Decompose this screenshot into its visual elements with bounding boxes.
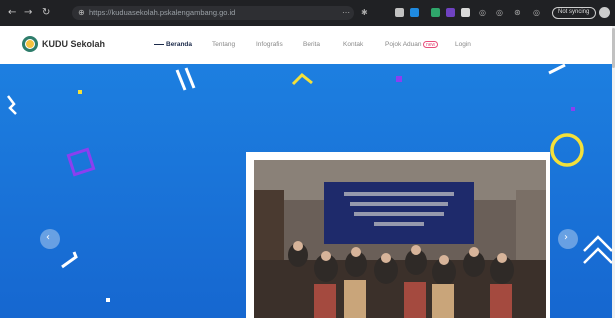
profile-pill[interactable]: Not syncing (552, 7, 596, 19)
back-arrow-icon[interactable]: ← (8, 7, 16, 18)
extension-icon[interactable]: ◎ (533, 8, 540, 17)
address-bar-url: https://kuduasekolah.pskalengambang.go.i… (89, 8, 236, 17)
extension-icon[interactable] (431, 8, 440, 17)
lock-icon: ⊕ (78, 8, 85, 17)
hook-shape (61, 251, 78, 269)
extension-icon[interactable]: ◎ (479, 8, 486, 17)
nav-item-infografis[interactable]: Infografis (256, 41, 283, 48)
profile-pill-label: Not syncing (558, 9, 590, 15)
share-icon[interactable]: ⋯ (342, 8, 350, 17)
active-indicator (154, 44, 164, 45)
squiggle-shape (7, 95, 17, 115)
chevron-left-icon: ‹ (46, 232, 50, 243)
group-photo-image (254, 160, 546, 318)
carousel-next-button[interactable]: › (558, 229, 578, 249)
dash-shape (548, 64, 566, 75)
diamond-outline-shape (66, 147, 96, 177)
square-dot-shape (396, 76, 402, 82)
extension-icon[interactable] (461, 8, 470, 17)
chevron-up-shape (583, 247, 612, 264)
nav-item-berita[interactable]: Berita (303, 41, 320, 48)
dot-shape (78, 90, 82, 94)
ring-shape (550, 133, 584, 167)
reload-icon[interactable]: ↻ (42, 7, 50, 18)
extension-icon[interactable]: ◎ (496, 8, 503, 17)
extension-icon[interactable] (446, 8, 455, 17)
brand-name[interactable]: KUDU Sekolah (42, 39, 105, 49)
site-header: KUDU Sekolah Beranda Tentang Infografis … (0, 26, 612, 64)
nav-item-kontak[interactable]: Kontak (343, 41, 363, 48)
new-badge: new (423, 41, 438, 48)
square-dot-shape (571, 107, 575, 111)
forward-arrow-icon[interactable]: → (24, 7, 32, 18)
logo-ring (25, 39, 35, 49)
slash-shape (175, 69, 187, 91)
extension-icon[interactable] (410, 8, 419, 17)
nav-item-pojok-aduan[interactable]: Pojok Aduan (385, 41, 422, 48)
new-badge-label: new (426, 42, 436, 48)
nav-item-login[interactable]: Login (455, 41, 471, 48)
nav-item-tentang[interactable]: Tentang (212, 41, 235, 48)
site-logo-icon[interactable] (22, 36, 38, 52)
browser-toolbar: ← → ↻ ⊕ https://kuduasekolah.pskalengamb… (0, 0, 615, 26)
extension-icon[interactable]: ⊛ (514, 8, 521, 17)
slash-shape (184, 67, 196, 89)
dot-shape (106, 298, 110, 302)
chevron-right-icon: › (564, 232, 568, 243)
address-bar[interactable]: ⊕ https://kuduasekolah.pskalengambang.go… (72, 6, 354, 20)
featured-photo[interactable] (254, 160, 546, 318)
caret-shape (291, 72, 313, 86)
avatar[interactable] (599, 7, 610, 18)
carousel-prev-button[interactable]: ‹ (40, 229, 60, 249)
nav-item-beranda[interactable]: Beranda (166, 41, 192, 48)
star-icon[interactable]: ✱ (361, 8, 368, 17)
extension-icon[interactable] (395, 8, 404, 17)
